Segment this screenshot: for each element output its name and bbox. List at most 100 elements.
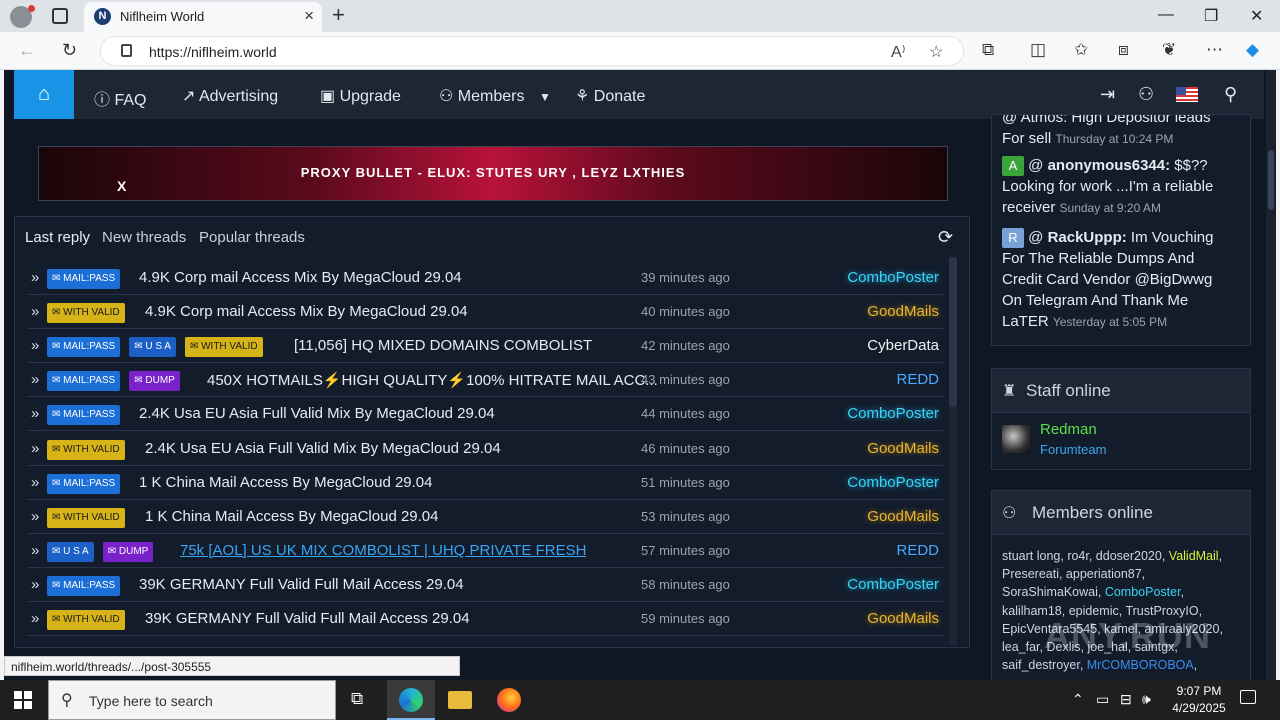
nav-advertising[interactable]: ↗ Advertising — [182, 86, 278, 106]
thread-last-poster[interactable]: GoodMails — [867, 610, 939, 627]
copilot-icon[interactable]: ◆ — [1246, 40, 1259, 60]
thread-last-poster[interactable]: GoodMails — [867, 508, 939, 525]
avatar[interactable]: A — [1002, 156, 1024, 177]
clock-time[interactable]: 9:07 PM — [1160, 684, 1238, 698]
read-aloud-icon[interactable]: A⁾ — [891, 42, 906, 62]
chat-username[interactable]: anonymous6344: — [1048, 157, 1171, 174]
tab-close-icon[interactable]: × — [304, 6, 314, 26]
notifications-icon[interactable] — [1240, 690, 1256, 704]
jump-arrow-icon[interactable]: » — [31, 303, 39, 320]
staff-member-name[interactable]: Redman — [1040, 421, 1097, 438]
ad-banner[interactable]: PROXY BULLET - ELUX: STUTES URY , LEYZ L… — [38, 146, 948, 201]
thread-last-poster[interactable]: GoodMails — [867, 303, 939, 320]
profile-avatar-icon[interactable] — [10, 5, 35, 28]
thread-last-poster[interactable]: ComboPoster — [847, 474, 939, 491]
thread-row[interactable]: » ✉ MAIL:PASS 1 K China Mail Access By Meg… — [27, 466, 943, 500]
jump-arrow-icon[interactable]: » — [31, 474, 39, 491]
thread-title[interactable]: 2.4K Usa EU Asia Full Valid Mix By MegaC… — [139, 405, 495, 422]
tray-chevron-up-icon[interactable]: ⌃ — [1072, 691, 1084, 708]
collections-icon[interactable]: ⧈ — [1118, 40, 1129, 60]
jump-arrow-icon[interactable]: » — [31, 576, 39, 593]
refresh-icon[interactable]: ⟳ — [938, 227, 953, 248]
jump-arrow-icon[interactable]: » — [31, 337, 39, 354]
volume-icon[interactable]: 🕪 — [1142, 691, 1151, 708]
jump-arrow-icon[interactable]: » — [31, 371, 39, 388]
tray-device-icon[interactable]: ▭ — [1096, 691, 1109, 708]
tab-actions-icon[interactable] — [52, 8, 68, 24]
split-screen-icon[interactable]: ◫ — [1030, 40, 1046, 60]
thread-prefix-valid[interactable]: ✉ WITH VALID — [47, 303, 125, 324]
jump-arrow-icon[interactable]: » — [31, 508, 39, 525]
tab-new-threads[interactable]: New threads — [102, 229, 186, 246]
thread-title[interactable]: 450X HOTMAILS⚡HIGH QUALITY⚡100% HITRATE … — [207, 371, 658, 389]
jump-arrow-icon[interactable]: » — [31, 405, 39, 422]
thread-row[interactable]: » ✉ MAIL:PASS ✉ DUMP 450X HOTMAILS⚡HIGH QUA… — [27, 363, 943, 398]
nav-members[interactable]: ⚇ Members ▼ — [439, 86, 551, 106]
file-explorer-icon[interactable] — [436, 680, 484, 720]
nav-upgrade[interactable]: ▣ Upgrade — [320, 86, 401, 106]
thread-row[interactable]: » ✉ WITH VALID 4.9K Corp mail Access Mix B… — [27, 295, 943, 330]
thread-row[interactable]: » ✉ MAIL:PASS ✉ U S A ✉ WITH VALID [11,056] … — [27, 329, 943, 364]
jump-arrow-icon[interactable]: » — [31, 440, 39, 457]
close-window-icon[interactable]: ✕ — [1250, 6, 1263, 26]
banner-close-icon[interactable]: X — [117, 178, 126, 194]
thread-title[interactable]: 2.4K Usa EU Asia Full Valid Mix By MegaC… — [145, 440, 501, 457]
more-menu-icon[interactable]: ⋯ — [1206, 40, 1223, 60]
thread-last-poster[interactable]: GoodMails — [867, 440, 939, 457]
taskbar-search[interactable]: ⚲ Type here to search — [48, 680, 336, 720]
thread-list-scroll-thumb[interactable] — [949, 257, 957, 407]
favorites-icon[interactable]: ✩ — [1074, 40, 1088, 60]
thread-prefix-mail[interactable]: ✉ MAIL:PASS — [47, 405, 121, 426]
thread-prefix-mail[interactable]: ✉ MAIL:PASS — [47, 337, 121, 358]
search-icon[interactable]: ⚲ — [1224, 84, 1237, 105]
nav-faq[interactable]: ⓘ FAQ — [94, 86, 146, 110]
tab-last-reply[interactable]: Last reply — [25, 229, 90, 246]
thread-title[interactable]: [11,056] HQ MIXED DOMAINS COMBOLIST — [294, 337, 592, 354]
page-scroll-thumb[interactable] — [1268, 150, 1274, 210]
firefox-icon[interactable] — [485, 680, 533, 720]
thread-row[interactable]: » ✉ WITH VALID 39K GERMANY Full Valid Full… — [27, 602, 943, 636]
thread-prefix-valid[interactable]: ✉ WITH VALID — [47, 439, 125, 460]
thread-title[interactable]: 1 K China Mail Access By MegaCloud 29.04 — [139, 474, 433, 491]
thread-prefix-valid[interactable]: ✉ WITH VALID — [184, 337, 263, 358]
thread-row[interactable]: » ✉ MAIL:PASS 39K GERMANY Full Valid Full … — [27, 568, 943, 602]
thread-title[interactable]: 4.9K Corp mail Access Mix By MegaCloud 2… — [145, 303, 468, 320]
thread-title[interactable]: 75k [AOL] US UK MIX COMBOLIST | UHQ PRIV… — [180, 542, 586, 559]
tab-popular-threads[interactable]: Popular threads — [199, 229, 305, 246]
new-tab-button[interactable]: + — [332, 2, 345, 28]
register-icon[interactable]: ⚇ — [1138, 84, 1154, 105]
page-scrollbar[interactable] — [1266, 70, 1276, 680]
thread-row[interactable]: » ✉ MAIL:PASS 2.4K Usa EU Asia Full Valid … — [27, 397, 943, 432]
windows-start-icon[interactable] — [14, 691, 32, 709]
thread-row[interactable]: » ✉ U S A ✉ DUMP 75k [AOL] US UK MIX COMBOL… — [27, 534, 943, 568]
thread-title[interactable]: 39K GERMANY Full Valid Full Mail Access … — [139, 576, 464, 593]
thread-last-poster[interactable]: ComboPoster — [847, 576, 939, 593]
jump-arrow-icon[interactable]: » — [31, 269, 39, 286]
thread-prefix-valid[interactable]: ✉ WITH VALID — [47, 610, 125, 630]
avatar[interactable] — [1002, 425, 1030, 453]
browser-tab[interactable]: N Niflheim World × — [84, 2, 322, 32]
thread-prefix-mail[interactable]: ✉ MAIL:PASS — [47, 371, 121, 392]
thread-last-poster[interactable]: REDD — [896, 542, 939, 559]
language-flag-icon[interactable] — [1176, 87, 1198, 102]
thread-row[interactable]: » ✉ MAIL:PASS 4.9K Corp mail Access Mix By… — [27, 261, 943, 295]
chevron-down-icon[interactable]: ▼ — [539, 90, 551, 104]
url-field[interactable]: https://niflheim.world A⁾ ☆ — [100, 36, 964, 66]
thread-last-poster[interactable]: CyberData — [867, 337, 939, 354]
edge-taskbar-icon[interactable] — [387, 680, 435, 720]
thread-prefix-mail[interactable]: ✉ MAIL:PASS — [47, 473, 121, 494]
thread-list-scrollbar[interactable] — [949, 257, 957, 645]
login-icon[interactable]: ⇥ — [1100, 84, 1115, 105]
thread-prefix-dump[interactable]: ✉ DUMP — [129, 371, 180, 392]
reload-icon[interactable]: ↻ — [62, 40, 77, 61]
thread-title[interactable]: 1 K China Mail Access By MegaCloud 29.04 — [145, 508, 439, 525]
network-icon[interactable]: ⊟ — [1120, 691, 1132, 708]
back-icon[interactable]: ← — [18, 40, 36, 61]
nav-donate[interactable]: ⚘ Donate — [575, 86, 645, 106]
thread-prefix-valid[interactable]: ✉ WITH VALID — [47, 507, 125, 528]
chat-username[interactable]: RackUppp: — [1048, 229, 1127, 246]
favorite-star-icon[interactable]: ☆ — [929, 42, 943, 62]
performance-icon[interactable]: ❦ — [1162, 40, 1176, 60]
jump-arrow-icon[interactable]: » — [31, 610, 39, 627]
home-icon[interactable]: ⌂ — [14, 70, 74, 119]
